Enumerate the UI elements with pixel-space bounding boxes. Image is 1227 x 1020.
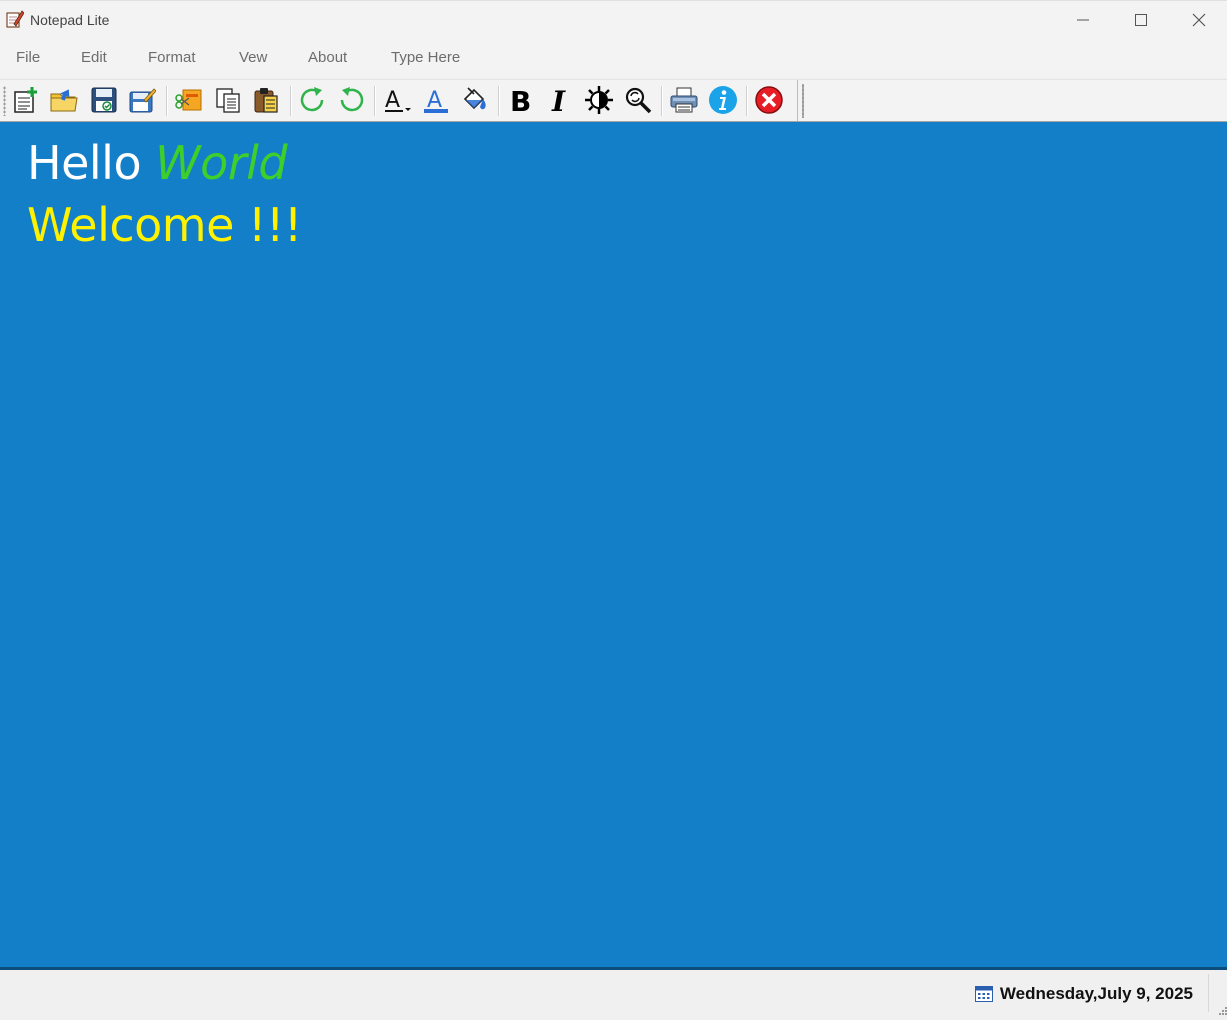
toolbar-grip-end[interactable] <box>802 84 804 118</box>
find-icon <box>625 87 652 114</box>
text-editor[interactable]: Hello World Welcome !!! <box>0 121 1227 967</box>
italic-icon: I <box>551 85 566 115</box>
resize-grip-icon[interactable] <box>1217 1002 1227 1015</box>
print-button[interactable] <box>668 84 700 116</box>
font-button[interactable]: A <box>381 84 413 116</box>
undo-button[interactable] <box>335 84 367 116</box>
svg-text:A: A <box>385 88 400 113</box>
save-as-button[interactable] <box>126 84 158 116</box>
info-button[interactable] <box>707 84 739 116</box>
text-hello: Hello <box>27 136 142 190</box>
fill-color-icon <box>463 87 486 110</box>
status-separator <box>1208 974 1209 1012</box>
title-bar: Notepad Lite <box>0 0 1227 38</box>
cut-button[interactable] <box>173 84 205 116</box>
menu-file[interactable]: File <box>16 49 40 66</box>
minimize-button[interactable] <box>1054 1 1112 39</box>
save-icon <box>91 87 117 113</box>
copy-icon <box>216 88 240 113</box>
info-icon <box>709 86 737 114</box>
minimize-icon <box>1077 19 1089 21</box>
toolbar-separator <box>498 86 500 116</box>
copy-button[interactable] <box>212 84 244 116</box>
toolbar-separator <box>166 86 168 116</box>
font-icon: A <box>385 88 411 113</box>
exit-button[interactable] <box>753 84 785 116</box>
status-date: Wednesday,July 9, 2025 <box>999 984 1193 1003</box>
toolbar-separator <box>661 86 663 116</box>
maximize-icon <box>1135 14 1147 26</box>
italic-button[interactable]: I <box>544 84 576 116</box>
text-world: World <box>155 136 288 190</box>
toolbar-separator <box>290 86 292 116</box>
redo-icon <box>300 87 324 112</box>
status-bar: Wednesday,July 9, 2025 <box>0 970 1227 1015</box>
svg-text:I: I <box>551 85 566 115</box>
fill-color-button[interactable] <box>459 84 491 116</box>
menu-type-here[interactable]: Type Here <box>391 49 460 66</box>
new-file-icon <box>14 87 37 113</box>
theme-button[interactable] <box>583 84 615 116</box>
menu-bar: File Edit Format Vew About Type Here <box>0 38 1227 78</box>
redo-button[interactable] <box>297 84 329 116</box>
notepad-app-icon <box>4 9 25 29</box>
editor-line-2: Welcome !!! <box>27 198 302 252</box>
undo-icon <box>340 87 364 112</box>
save-button[interactable] <box>88 84 120 116</box>
font-color-icon: A <box>424 88 448 113</box>
toolbar-separator <box>374 86 376 116</box>
toolbar-border <box>797 80 798 122</box>
bold-button[interactable]: B <box>505 84 537 116</box>
editor-line-1: Hello World <box>27 136 288 190</box>
toolbar-separator <box>746 86 748 116</box>
paste-icon <box>254 88 278 113</box>
theme-icon <box>585 86 613 114</box>
new-file-button[interactable] <box>9 84 41 116</box>
bold-icon: B <box>510 85 531 115</box>
menu-edit[interactable]: Edit <box>81 49 107 66</box>
font-color-button[interactable]: A <box>420 84 452 116</box>
save-as-icon <box>129 88 156 113</box>
cut-icon <box>175 89 202 111</box>
menu-view[interactable]: Vew <box>239 49 267 66</box>
find-button[interactable] <box>622 84 654 116</box>
open-button[interactable] <box>48 84 80 116</box>
close-icon <box>1192 13 1206 27</box>
exit-icon <box>755 86 783 114</box>
menu-about[interactable]: About <box>308 49 347 66</box>
maximize-button[interactable] <box>1112 1 1170 39</box>
close-button[interactable] <box>1170 1 1227 39</box>
calendar-icon <box>975 985 993 1002</box>
print-icon <box>670 87 698 113</box>
window-title: Notepad Lite <box>30 12 110 28</box>
menu-format[interactable]: Format <box>148 49 196 66</box>
open-folder-icon <box>50 89 78 112</box>
toolbar-grip[interactable] <box>3 86 6 116</box>
paste-button[interactable] <box>250 84 282 116</box>
svg-text:B: B <box>510 85 531 115</box>
toolbar: A A B I <box>0 79 1227 122</box>
